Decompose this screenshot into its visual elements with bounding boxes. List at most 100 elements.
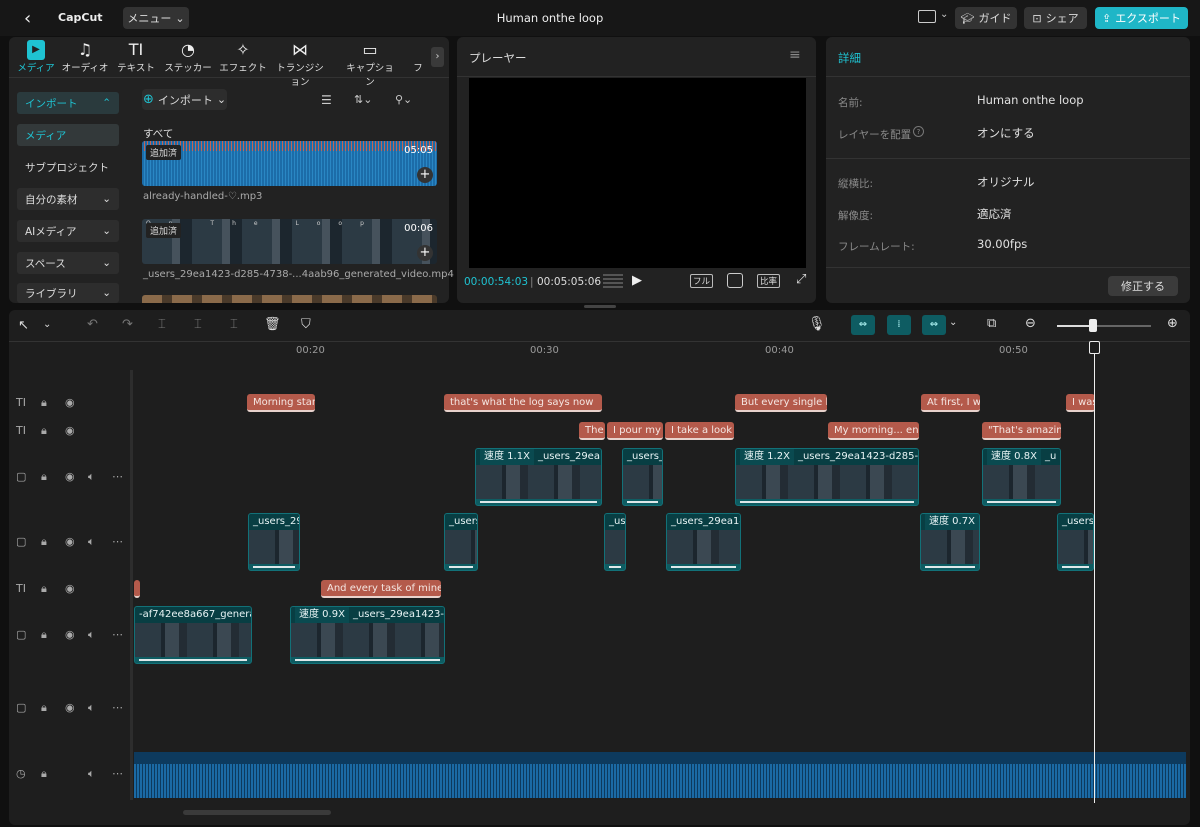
- chevron-down-icon[interactable]: ⌄: [43, 319, 51, 330]
- select-tool-icon[interactable]: ↖: [18, 318, 29, 333]
- sidebar-my-assets[interactable]: 自分の素材 ⌄: [17, 188, 119, 210]
- more-icon[interactable]: ⋯: [112, 535, 123, 548]
- video-clip[interactable]: _users_29e: [248, 513, 300, 571]
- lock-icon[interactable]: 🔒︎: [41, 535, 47, 549]
- lock-icon[interactable]: 🔒︎: [41, 628, 47, 642]
- text-clip[interactable]: [134, 580, 140, 598]
- video-clip[interactable]: _users_2: [622, 448, 663, 506]
- visibility-icon[interactable]: ◉: [65, 628, 75, 641]
- chevron-down-icon[interactable]: ⌄: [949, 317, 957, 328]
- more-icon[interactable]: ⋯: [112, 701, 123, 714]
- text-clip[interactable]: Morning stand: [247, 394, 315, 412]
- text-clip[interactable]: But every single bo: [735, 394, 827, 412]
- visibility-icon[interactable]: ◉: [65, 470, 75, 483]
- audio-clip[interactable]: [134, 752, 1186, 798]
- guide-button[interactable]: 🎓︎ ガイド: [955, 7, 1017, 29]
- fullscreen-icon[interactable]: ⤢: [796, 272, 806, 287]
- lock-icon[interactable]: 🔒︎: [41, 424, 47, 438]
- split-left-icon[interactable]: ⌶: [194, 317, 202, 332]
- volume-icon[interactable]: 🔈︎: [88, 535, 95, 549]
- tab-7[interactable]: ▭ キャプション: [342, 40, 398, 88]
- text-clip[interactable]: And every task of mine fr: [321, 580, 441, 598]
- text-clip[interactable]: I take a look d: [665, 422, 734, 440]
- sidebar-subproject[interactable]: サブプロジェクト: [17, 156, 119, 178]
- playhead[interactable]: [1094, 348, 1095, 803]
- video-clip[interactable]: 速度 0.8X _u: [982, 448, 1061, 506]
- visibility-icon[interactable]: ◉: [65, 424, 75, 437]
- lock-icon[interactable]: 🔒︎: [41, 396, 47, 410]
- video-clip[interactable]: 速度 0.7X_: [920, 513, 980, 571]
- microphone-icon[interactable]: 🎙︎: [808, 316, 826, 332]
- delete-icon[interactable]: 🗑︎: [264, 317, 281, 332]
- hamburger-icon[interactable]: ≡: [789, 47, 801, 63]
- sidebar-library[interactable]: ライブラリ ⌄: [17, 283, 119, 303]
- tab-1[interactable]: ▶ メディア: [8, 40, 64, 74]
- tab-3[interactable]: TI テキスト: [108, 40, 164, 74]
- volume-icon[interactable]: 🔈︎: [88, 628, 95, 642]
- play-icon[interactable]: ▶: [632, 273, 642, 288]
- full-button[interactable]: フル: [690, 274, 714, 288]
- add-icon[interactable]: +: [417, 245, 433, 261]
- undo-icon[interactable]: ↶: [87, 317, 98, 332]
- sidebar-ai-media[interactable]: AIメディア ⌄: [17, 220, 119, 242]
- zoom-in-icon[interactable]: ⊕: [1167, 316, 1178, 331]
- text-clip[interactable]: I was: [1066, 394, 1095, 412]
- video-clip[interactable]: _users: [444, 513, 478, 571]
- layout-icon[interactable]: [918, 10, 936, 23]
- list-view-icon[interactable]: ☰: [321, 93, 332, 107]
- lock-icon[interactable]: 🔒︎: [41, 767, 47, 781]
- video-clip[interactable]: _use: [604, 513, 626, 571]
- text-clip[interactable]: that's what the log says now: [444, 394, 602, 412]
- modify-button[interactable]: 修正する: [1108, 276, 1178, 296]
- import-button[interactable]: ⊕ インポート ⌄: [142, 89, 227, 110]
- media-item-partial[interactable]: [142, 295, 437, 303]
- redo-icon[interactable]: ↷: [122, 317, 133, 332]
- text-clip[interactable]: My morning... ende: [828, 422, 919, 440]
- sort-icon[interactable]: ⇅⌄: [354, 93, 372, 106]
- media-item-audio[interactable]: 追加済 05:05 +: [142, 141, 437, 186]
- visibility-icon[interactable]: ◉: [65, 582, 75, 595]
- visibility-icon[interactable]: ◉: [65, 535, 75, 548]
- zoom-out-icon[interactable]: ⊖: [1025, 316, 1036, 331]
- chevron-down-icon[interactable]: ⌄: [940, 9, 948, 20]
- resize-handle[interactable]: [584, 305, 616, 308]
- visibility-icon[interactable]: ◉: [65, 396, 75, 409]
- help-icon[interactable]: ?: [913, 126, 924, 137]
- video-clip[interactable]: 速度 1.2X _users_29ea1423-d285-4: [735, 448, 919, 506]
- horizontal-scrollbar[interactable]: [183, 810, 331, 815]
- lock-icon[interactable]: 🔒︎: [41, 701, 47, 715]
- text-clip[interactable]: The: [579, 422, 605, 440]
- text-clip[interactable]: "That's amazing: [982, 422, 1061, 440]
- video-clip[interactable]: -af742ee8a667_generated: [134, 606, 252, 664]
- volume-icon[interactable]: 🔈︎: [88, 767, 95, 781]
- more-icon[interactable]: ⋯: [112, 767, 123, 780]
- visibility-icon[interactable]: ◉: [65, 701, 75, 714]
- zoom-slider-handle[interactable]: [1089, 319, 1097, 332]
- lock-icon[interactable]: 🔒︎: [41, 470, 47, 484]
- export-button[interactable]: ⇪ エクスポート: [1095, 7, 1188, 29]
- media-item-video[interactable]: On The Loop 追加済 00:06 +: [142, 219, 437, 264]
- volume-icon[interactable]: 🔈︎: [88, 701, 95, 715]
- preview-link-icon[interactable]: ⇔: [922, 315, 946, 335]
- more-icon[interactable]: ⋯: [112, 628, 123, 641]
- screen-zoom-icon[interactable]: ⧉: [987, 316, 996, 331]
- sidebar-media[interactable]: メディア: [17, 124, 119, 146]
- fit-icon[interactable]: [727, 273, 743, 288]
- sidebar-import[interactable]: インポート ⌃: [17, 92, 119, 114]
- text-clip[interactable]: At first, I wa: [921, 394, 980, 412]
- filter-icon[interactable]: ⚲⌄: [395, 93, 412, 106]
- add-icon[interactable]: +: [417, 167, 433, 183]
- link-icon[interactable]: ⇔: [851, 315, 875, 335]
- split-right-icon[interactable]: ⌶: [230, 317, 238, 332]
- video-clip[interactable]: _users_29ea142: [666, 513, 741, 571]
- tab-4[interactable]: ◔ ステッカー: [160, 40, 216, 74]
- lock-icon[interactable]: 🔒︎: [41, 582, 47, 596]
- marker-icon[interactable]: ⛉: [301, 317, 311, 332]
- text-clip[interactable]: I pour my c: [607, 422, 663, 440]
- scroll-right-button[interactable]: ›: [431, 47, 444, 67]
- share-button[interactable]: ⊡ シェア: [1024, 7, 1087, 29]
- playhead-handle[interactable]: [1089, 341, 1100, 354]
- ratio-button[interactable]: 比率: [757, 274, 781, 288]
- tab-5[interactable]: ✧ エフェクト: [215, 40, 271, 74]
- video-preview[interactable]: [469, 78, 806, 268]
